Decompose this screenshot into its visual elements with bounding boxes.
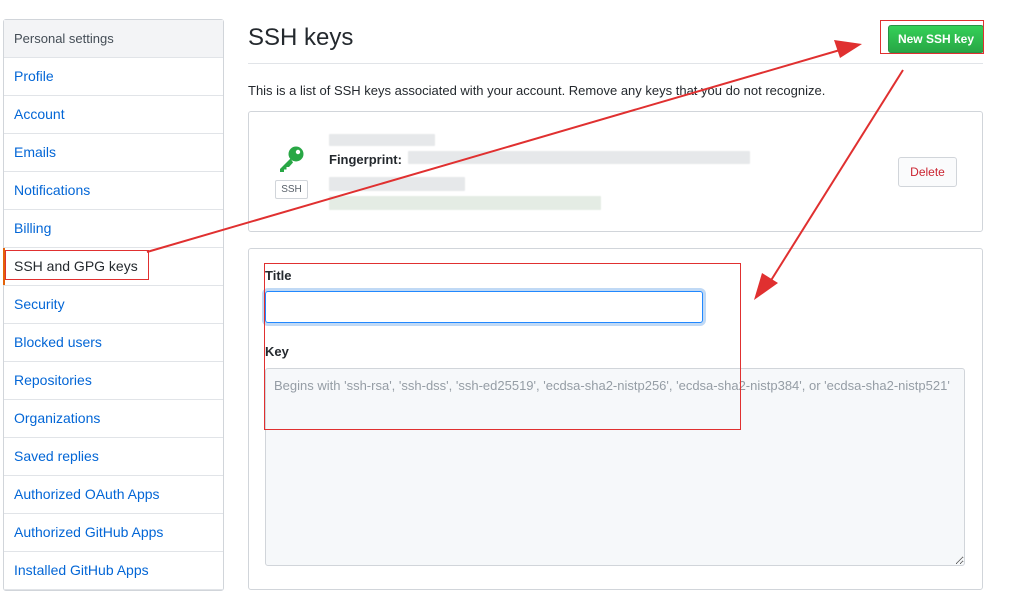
annotation-arrows xyxy=(146,40,904,300)
annotation-arrow-to-button xyxy=(146,40,862,253)
annotation-arrow-to-form xyxy=(754,69,904,300)
